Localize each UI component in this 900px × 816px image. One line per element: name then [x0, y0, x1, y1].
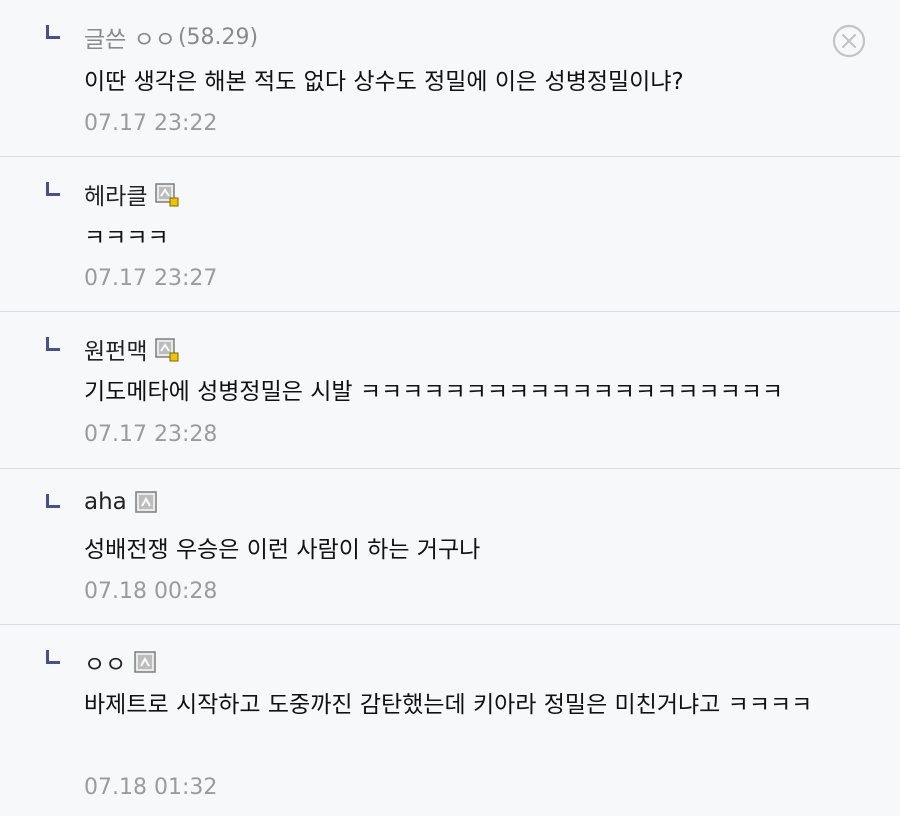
nick-icon [135, 491, 157, 513]
comment-item: 원펀맥 기도메타에 성병정밀은 시발 ㅋㅋㅋㅋㅋㅋㅋㅋㅋㅋㅋㅋㅋㅋㅋㅋㅋㅋㅋㅋ … [0, 312, 900, 469]
comment-author[interactable]: ㅇㅇ [84, 645, 126, 679]
comment-date: 07.18 01:32 [84, 775, 218, 800]
comment-list: 글쓴 ㅇㅇ (58.29) 이딴 생각은 해본 적도 없다 상수도 정밀에 이은… [0, 0, 900, 816]
comment-header: 원펀맥 [84, 332, 179, 366]
reply-arrow-icon [46, 337, 60, 351]
comment-author[interactable]: 원펀맥 [84, 332, 147, 366]
fixed-nick-icon [155, 183, 179, 207]
comment-text: 성배전쟁 우승은 이런 사람이 하는 거구나 [84, 537, 481, 563]
comment-author[interactable]: 헤라클 [84, 177, 147, 211]
comment-item: 글쓴 ㅇㅇ (58.29) 이딴 생각은 해본 적도 없다 상수도 정밀에 이은… [0, 0, 900, 157]
comment-text: 기도메타에 성병정밀은 시발 ㅋㅋㅋㅋㅋㅋㅋㅋㅋㅋㅋㅋㅋㅋㅋㅋㅋㅋㅋㅋ [84, 379, 784, 405]
comment-header: 헤라클 [84, 177, 179, 211]
comment-author[interactable]: aha [84, 489, 127, 515]
comment-date: 07.17 23:27 [84, 266, 218, 291]
comment-date: 07.17 23:28 [84, 422, 218, 447]
comment-header: ㅇㅇ [84, 645, 157, 679]
reply-arrow-icon [46, 494, 60, 508]
nick-icon [134, 651, 157, 673]
reply-arrow-icon [46, 650, 60, 664]
comment-text: ㅋㅋㅋㅋ [84, 225, 169, 251]
comment-date: 07.17 23:22 [84, 111, 218, 136]
comment-item: ㅇㅇ 바제트로 시작하고 도중까진 감탄했는데 키아라 정밀은 미친거냐고 ㅋㅋ… [0, 625, 900, 816]
comment-ip: (58.29) [177, 24, 259, 50]
close-circle-icon[interactable] [832, 24, 866, 58]
comment-header: 글쓴 ㅇㅇ (58.29) [84, 20, 258, 54]
comment-author[interactable]: 글쓴 ㅇㅇ [84, 20, 176, 54]
fixed-nick-icon [155, 338, 179, 362]
comment-item: aha 성배전쟁 우승은 이런 사람이 하는 거구나 07.18 00:28 [0, 469, 900, 625]
comment-date: 07.18 00:28 [84, 579, 218, 604]
comment-text: 이딴 생각은 해본 적도 없다 상수도 정밀에 이은 성병정밀이냐? [84, 69, 684, 95]
reply-arrow-icon [46, 25, 60, 39]
comment-text: 바제트로 시작하고 도중까진 감탄했는데 키아라 정밀은 미친거냐고 ㅋㅋㅋㅋ [84, 692, 813, 718]
comment-item: 헤라클 ㅋㅋㅋㅋ 07.17 23:27 [0, 157, 900, 312]
comment-header: aha [84, 489, 157, 515]
reply-arrow-icon [46, 182, 60, 196]
